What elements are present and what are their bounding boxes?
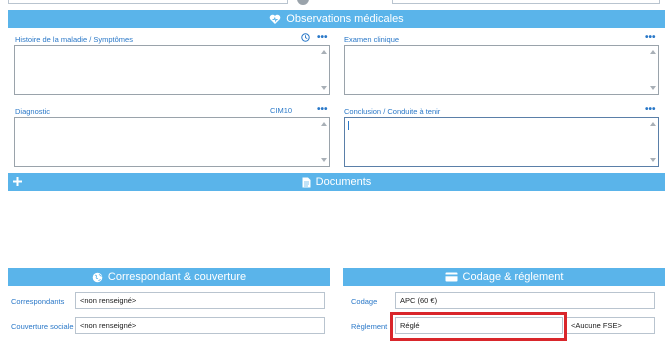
codage-field[interactable]: APC (60 €) [395,292,655,309]
document-icon [302,177,311,188]
conclusion-scrollbar[interactable] [649,119,657,165]
histoire-more-button[interactable]: ••• [317,33,328,43]
couverture-label: Couverture sociale [11,322,74,331]
couverture-field[interactable]: <non renseigné> [75,317,325,334]
codage-value: APC (60 €) [400,296,438,305]
correspondants-value: <non renseigné> [80,296,137,305]
diagnostic-textarea[interactable] [14,117,330,167]
histoire-textarea[interactable] [14,45,330,95]
top-left-field[interactable] [8,0,288,4]
conclusion-textarea[interactable] [344,117,659,167]
correspondants-field[interactable]: <non renseigné> [75,292,325,309]
documents-title: Documents [315,176,372,188]
couverture-value: <non renseigné> [80,321,137,330]
reglement-label: Règlement [351,322,388,331]
examen-label: Examen clinique [344,35,400,44]
codage-header: Codage & réglement [343,268,665,286]
diagnostic-more-button[interactable]: ••• [317,105,328,115]
fse-value: <Aucune FSE> [571,321,622,330]
codage-title: Codage & réglement [462,271,564,283]
top-right-field[interactable] [392,0,660,4]
plus-icon[interactable] [12,176,23,187]
codage-label: Codage [351,297,378,306]
clock-icon[interactable] [301,33,310,44]
heart-stethoscope-icon [269,14,281,25]
histoire-scrollbar[interactable] [320,47,328,93]
cim10-link[interactable]: CIM10 [270,106,292,115]
credit-card-icon [445,272,458,282]
reglement-highlight-frame [390,312,567,341]
text-caret [348,121,349,130]
diagnostic-scrollbar[interactable] [320,119,328,165]
examen-textarea[interactable] [344,45,659,95]
diagnostic-label: Diagnostic [15,107,51,116]
correspondant-header: Correspondant & couverture [8,268,330,286]
correspondant-title: Correspondant & couverture [107,271,247,283]
conclusion-more-button[interactable]: ••• [645,105,656,115]
histoire-label: Histoire de la maladie / Symptômes [15,35,133,44]
top-settings-icon[interactable] [297,0,309,5]
globe-icon [92,272,103,283]
documents-header: Documents [8,173,665,191]
examen-more-button[interactable]: ••• [645,33,656,43]
top-strip [0,0,670,9]
observations-header: Observations médicales [8,10,665,28]
observations-title: Observations médicales [286,13,404,25]
fse-field[interactable]: <Aucune FSE> [566,317,655,334]
correspondants-label: Correspondants [11,297,65,306]
examen-scrollbar[interactable] [649,47,657,93]
conclusion-label: Conclusion / Conduite à tenir [344,107,441,116]
